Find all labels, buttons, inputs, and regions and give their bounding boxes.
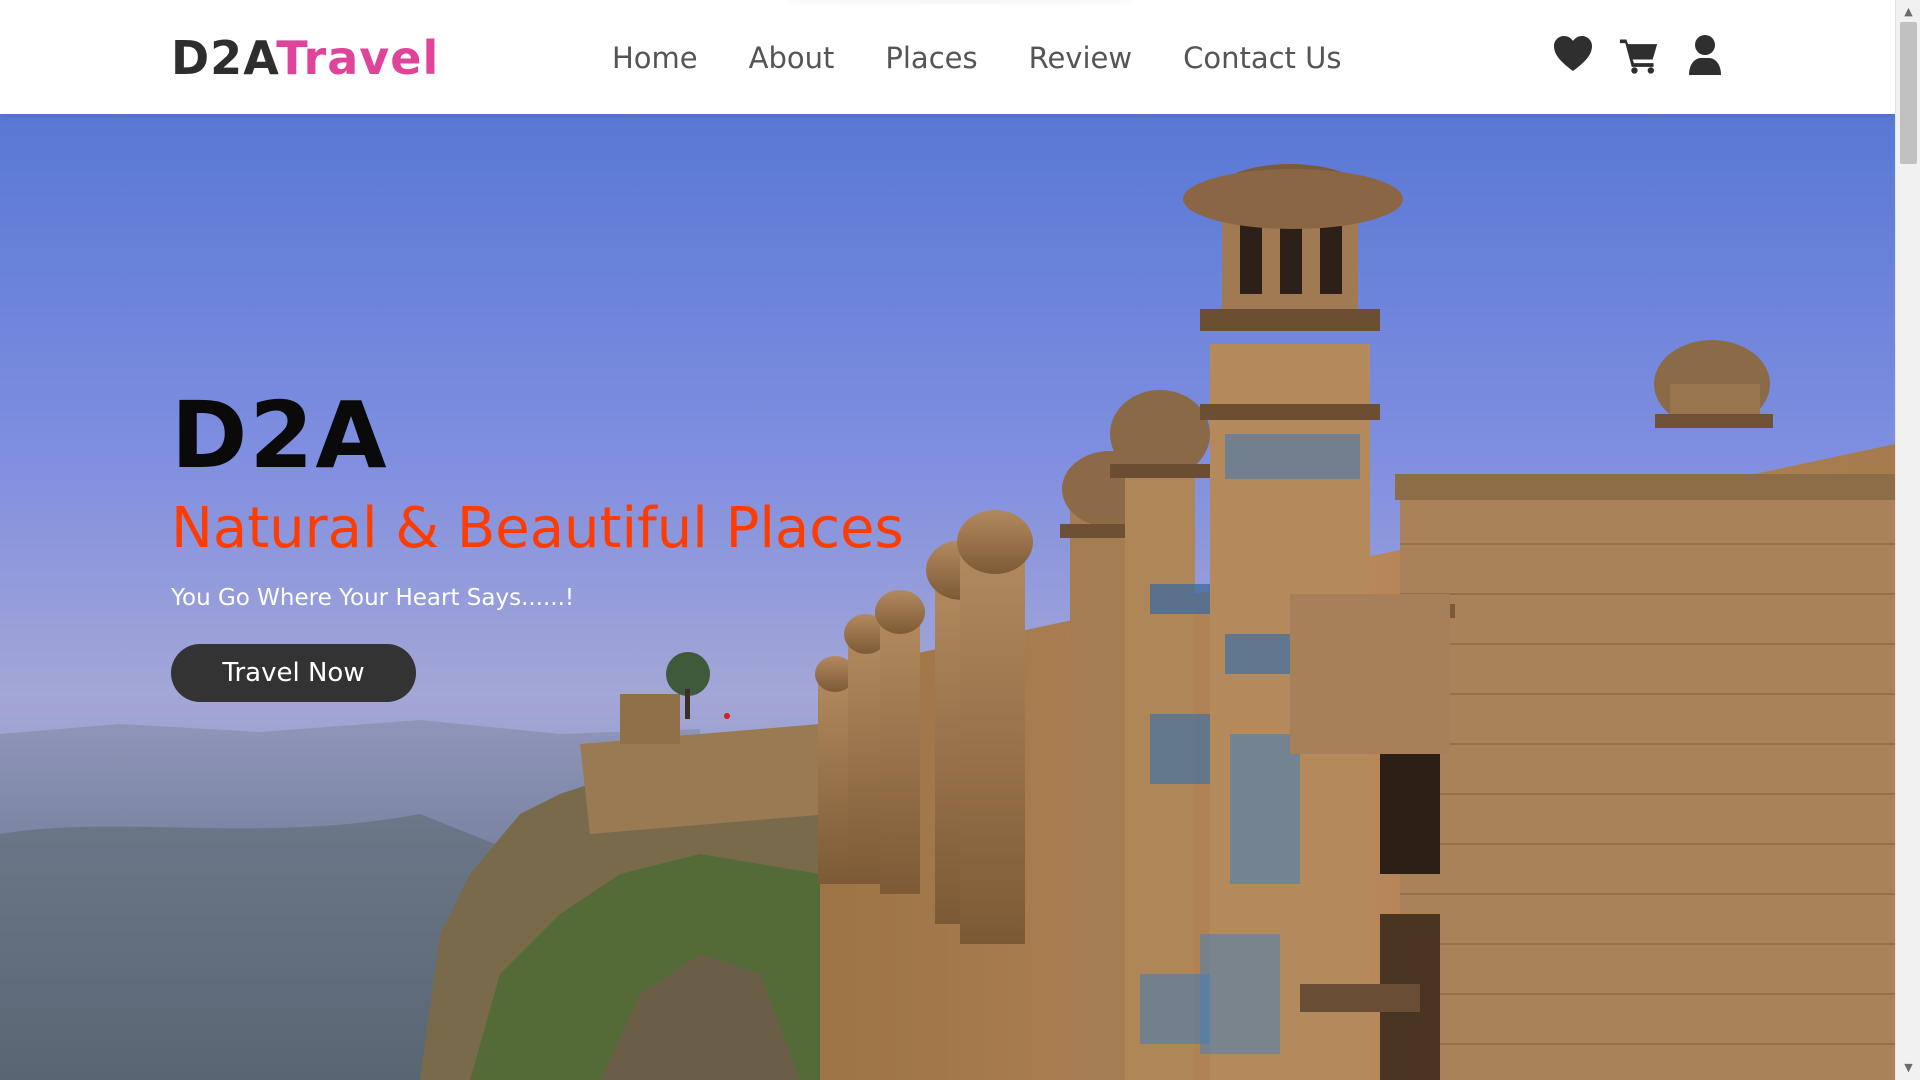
scroll-up-arrow-icon[interactable]: ▲: [1896, 4, 1920, 20]
scrollbar-thumb[interactable]: [1900, 22, 1917, 164]
hero-subtitle: Natural & Beautiful Places: [171, 496, 904, 561]
heart-icon[interactable]: [1553, 34, 1593, 76]
hero-banner: D2A Natural & Beautiful Places You Go Wh…: [0, 114, 1895, 1080]
page-scrollbar[interactable]: ▲ ▼: [1895, 0, 1920, 1080]
nav-about[interactable]: About: [749, 38, 835, 78]
site-logo[interactable]: D2ATravel: [171, 28, 439, 88]
user-icon[interactable]: [1685, 34, 1725, 76]
scroll-down-arrow-icon[interactable]: ▼: [1896, 1060, 1920, 1076]
main-nav: Home About Places Review Contact Us: [612, 38, 1392, 78]
hero-tagline: You Go Where Your Heart Says......!: [171, 585, 575, 611]
logo-text-travel: Travel: [276, 31, 440, 85]
nav-review[interactable]: Review: [1029, 38, 1132, 78]
logo-text-d2a: D2A: [171, 31, 277, 85]
header-shadow-decoration: [790, 0, 1130, 3]
cart-icon[interactable]: [1619, 34, 1659, 76]
nav-contact-us[interactable]: Contact Us: [1183, 38, 1341, 78]
nav-home[interactable]: Home: [612, 38, 698, 78]
travel-now-button[interactable]: Travel Now: [171, 644, 416, 702]
nav-places[interactable]: Places: [885, 38, 977, 78]
header-icons: [1553, 34, 1725, 76]
hero-title: D2A: [171, 382, 389, 489]
site-header: D2ATravel Home About Places Review Conta…: [0, 0, 1895, 114]
browser-viewport: D2ATravel Home About Places Review Conta…: [0, 0, 1895, 1080]
